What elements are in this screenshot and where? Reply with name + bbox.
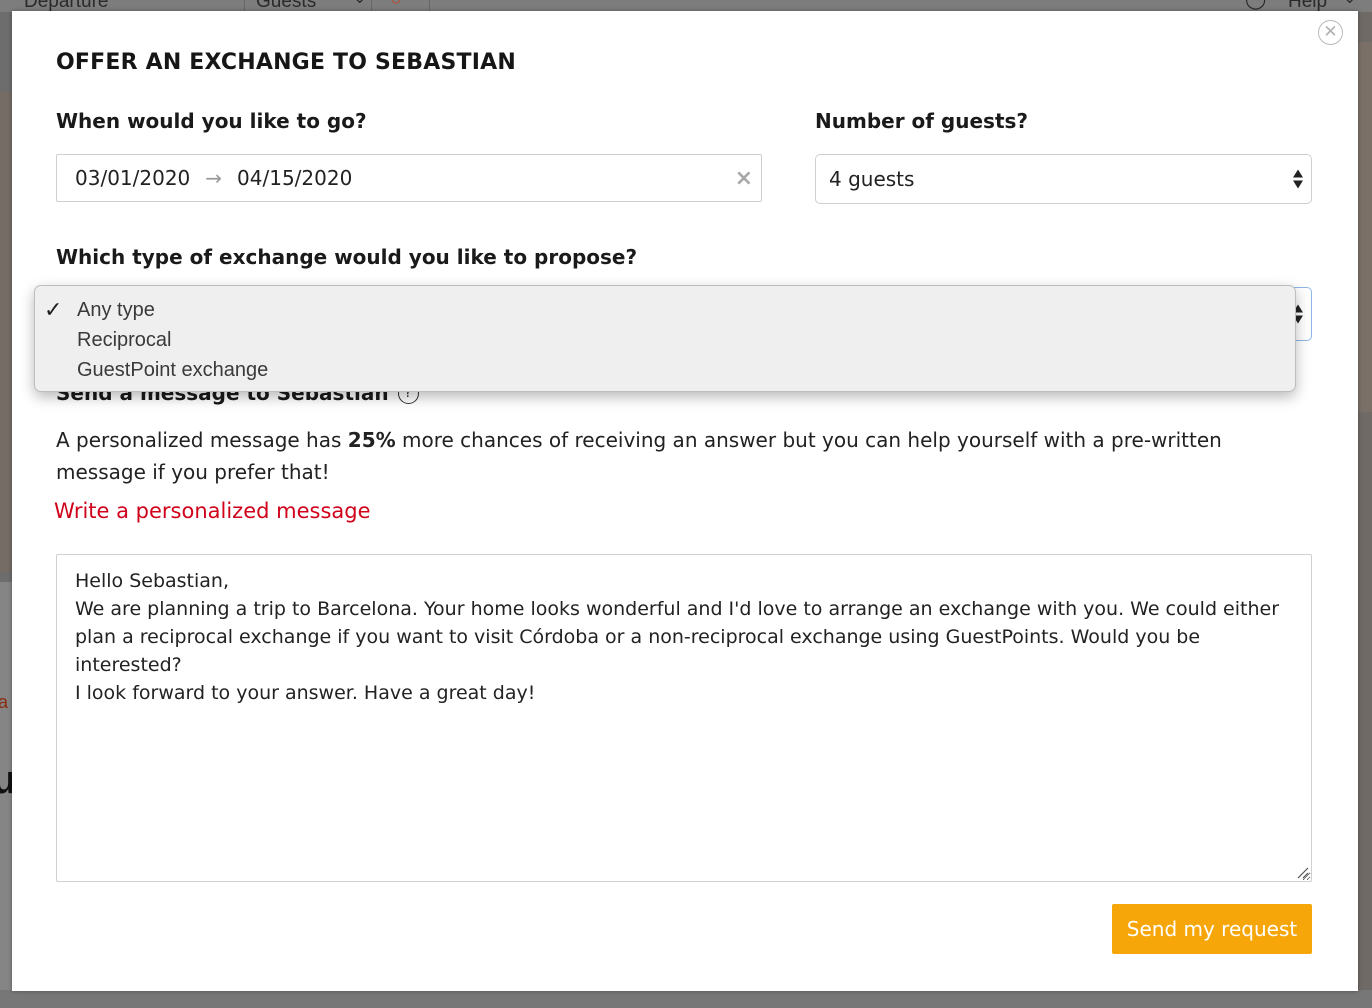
- modal-title: OFFER AN EXCHANGE TO SEBASTIAN: [56, 50, 516, 75]
- chevron-down-icon: ⌄: [353, 0, 366, 8]
- exchange-type-dropdown: ✓ Any type Reciprocal GuestPoint exchang…: [34, 285, 1296, 392]
- option-any-type[interactable]: ✓ Any type: [35, 295, 1295, 325]
- option-guestpoint-exchange[interactable]: GuestPoint exchange: [35, 355, 1295, 385]
- message-line: I look forward to your answer. Have a gr…: [75, 682, 536, 704]
- exchange-type-label: Which type of exchange would you like to…: [56, 245, 638, 269]
- write-personalized-message-link[interactable]: Write a personalized message: [54, 499, 371, 523]
- select-arrows-icon: [1293, 169, 1303, 189]
- globe-icon: ◯: [1245, 0, 1266, 11]
- option-label: Any type: [77, 299, 155, 321]
- chevron-down-icon: ⌄: [1343, 0, 1356, 8]
- resize-handle-icon[interactable]: [1295, 865, 1309, 879]
- background-left-strip: a u: [0, 12, 16, 1002]
- guests-selected-value: 4 guests: [829, 167, 915, 191]
- message-line: Hello Sebastian,: [75, 570, 230, 592]
- background-bottom: [0, 990, 1372, 1008]
- arrow-right-icon: →: [205, 166, 223, 190]
- date-range-field[interactable]: 03/01/2020 → 04/15/2020 ×: [56, 154, 762, 202]
- dates-label: When would you like to go?: [56, 109, 367, 133]
- option-reciprocal[interactable]: Reciprocal: [35, 325, 1295, 355]
- close-icon[interactable]: ✕: [1318, 20, 1343, 45]
- checkmark-icon: ✓: [44, 297, 63, 322]
- end-date[interactable]: 04/15/2020: [237, 166, 352, 190]
- guests-select[interactable]: 4 guests: [815, 154, 1312, 204]
- send-request-button[interactable]: Send my request: [1112, 904, 1312, 954]
- background-right-strip: [1358, 12, 1372, 1002]
- clear-icon[interactable]: ×: [735, 168, 753, 190]
- start-date[interactable]: 03/01/2020: [75, 166, 190, 190]
- option-label: Reciprocal: [77, 329, 172, 351]
- message-line: We are planning a trip to Barcelona. You…: [75, 598, 1280, 676]
- search-icon: ○: [390, 0, 401, 11]
- percent-highlight: 25%: [347, 428, 396, 452]
- info-text: A personalized message has 25% more chan…: [56, 428, 1222, 484]
- guests-label: Number of guests?: [815, 109, 1029, 133]
- message-textarea[interactable]: Hello Sebastian, We are planning a trip …: [56, 554, 1312, 882]
- option-label: GuestPoint exchange: [77, 359, 269, 381]
- offer-exchange-modal: ✕ OFFER AN EXCHANGE TO SEBASTIAN When wo…: [12, 11, 1358, 991]
